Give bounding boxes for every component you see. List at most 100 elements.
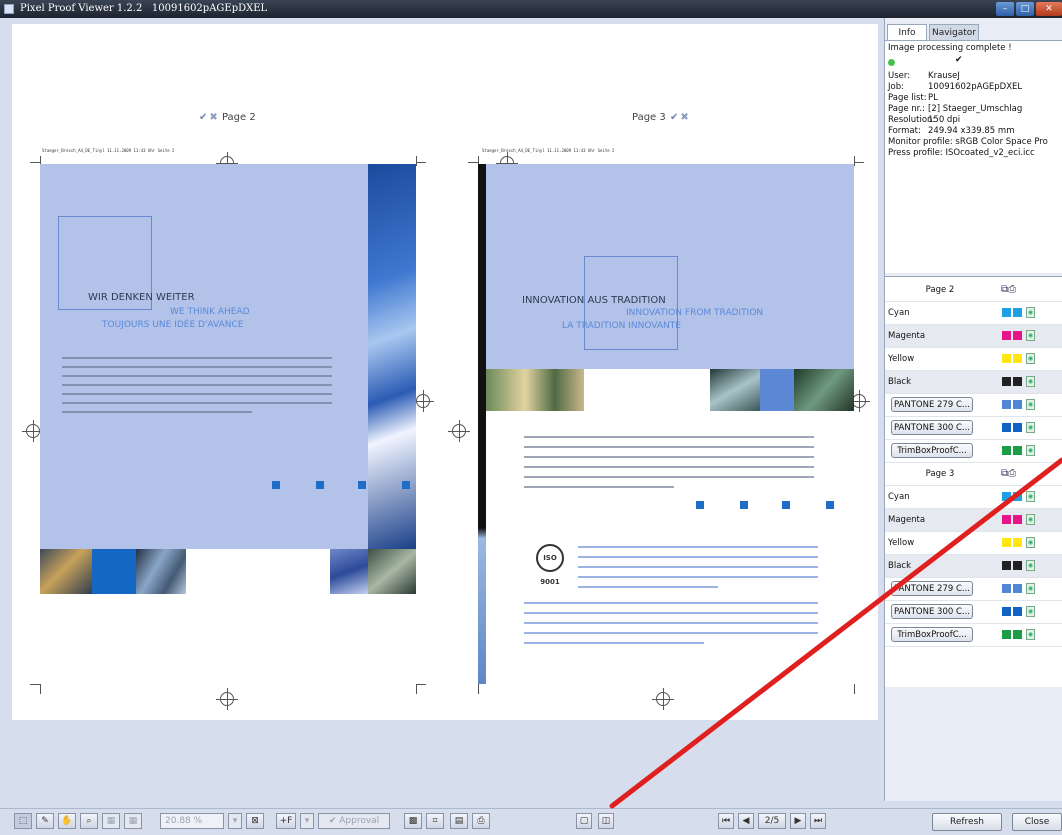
separation-view-icon[interactable]: ▩ bbox=[404, 813, 422, 829]
blue-square bbox=[402, 481, 410, 489]
spot-color-button[interactable]: TrimBoxProofC... bbox=[891, 443, 973, 458]
crop-view-icon[interactable]: ⌗ bbox=[426, 813, 444, 829]
pencil-tool-icon[interactable]: ✎ bbox=[36, 813, 54, 829]
blue-text-line bbox=[578, 576, 818, 578]
single-page-view-icon[interactable]: ▢ bbox=[576, 813, 592, 829]
refresh-button[interactable]: Refresh bbox=[932, 813, 1002, 831]
nav-dropdown-icon[interactable]: ▾ bbox=[300, 813, 314, 829]
page-2-label: ✔ ✖ Page 2 bbox=[199, 112, 256, 123]
color-swatch bbox=[1013, 354, 1022, 363]
separations-list: Page 2 ⧉⎙ Cyan ◉ Magenta ◉ Yellow ◉ Black ◉ PANTON… bbox=[885, 276, 1062, 687]
approval-button[interactable]: ✔ Approval bbox=[318, 813, 390, 829]
fit-page-icon[interactable]: ⊠ bbox=[246, 813, 264, 829]
visibility-toggle-icon[interactable]: ◉ bbox=[1026, 606, 1035, 617]
visibility-toggle-icon[interactable]: ◉ bbox=[1026, 307, 1035, 318]
crop-mark bbox=[478, 684, 479, 694]
visibility-toggle-icon[interactable]: ◉ bbox=[1026, 583, 1035, 594]
color-swatch bbox=[1013, 446, 1022, 455]
color-swatch bbox=[1013, 400, 1022, 409]
approve-check-icon[interactable]: ✔ bbox=[670, 112, 678, 123]
reject-x-icon[interactable]: ✖ bbox=[209, 112, 217, 123]
body-text-line bbox=[62, 402, 332, 404]
copy-print-icons[interactable]: ⧉⎙ bbox=[1001, 468, 1016, 479]
separation-row: Cyan ◉ bbox=[885, 486, 1062, 509]
copy-print-icons[interactable]: ⧉⎙ bbox=[1001, 284, 1016, 295]
color-swatch bbox=[1013, 561, 1022, 570]
separation-page-header: Page 2 bbox=[925, 285, 955, 295]
close-button[interactable]: Close bbox=[1012, 813, 1062, 831]
zoom-out-icon[interactable]: ▦ bbox=[124, 813, 142, 829]
color-swatch bbox=[1002, 538, 1011, 547]
color-swatch bbox=[1002, 308, 1011, 317]
page-2-subheading-fr: TOUJOURS UNE IDÉE D'AVANCE bbox=[102, 320, 244, 330]
zoom-in-icon[interactable]: ▦ bbox=[102, 813, 120, 829]
print-icon[interactable]: ⎙ bbox=[472, 813, 490, 829]
zoom-level-field[interactable]: 20.88 % bbox=[160, 813, 224, 829]
visibility-toggle-icon[interactable]: ◉ bbox=[1026, 445, 1035, 456]
visibility-toggle-icon[interactable]: ◉ bbox=[1026, 399, 1035, 410]
minimize-button[interactable]: – bbox=[996, 2, 1014, 16]
last-page-icon[interactable]: ⏭ bbox=[810, 813, 826, 829]
blue-square bbox=[316, 481, 324, 489]
color-swatch bbox=[1013, 584, 1022, 593]
page-2-slug: Staeger_Brosch_A4_DE_Tinyl 11.11.2009 11… bbox=[42, 148, 175, 153]
approve-check-icon[interactable]: ✔ bbox=[199, 112, 207, 123]
blue-square bbox=[358, 481, 366, 489]
color-swatch bbox=[1002, 354, 1011, 363]
page-3-heading: INNOVATION AUS TRADITION bbox=[522, 295, 666, 306]
spot-color-button[interactable]: PANTONE 300 C... bbox=[891, 604, 973, 619]
side-panel: Info Navigator Image processing complete… bbox=[884, 18, 1062, 801]
visibility-toggle-icon[interactable]: ◉ bbox=[1026, 560, 1035, 571]
visibility-toggle-icon[interactable]: ◉ bbox=[1026, 629, 1035, 640]
spot-color-button[interactable]: PANTONE 279 C... bbox=[891, 581, 973, 596]
body-text-line bbox=[62, 384, 332, 386]
first-page-icon[interactable]: ⏮ bbox=[718, 813, 734, 829]
separation-row: PANTONE 300 C... ◉ bbox=[885, 601, 1062, 624]
color-swatch bbox=[1013, 538, 1022, 547]
page-2-photo-2 bbox=[92, 549, 136, 594]
spot-color-button[interactable]: PANTONE 279 C... bbox=[891, 397, 973, 412]
hand-tool-icon[interactable]: ✋ bbox=[58, 813, 76, 829]
separation-row: Magenta ◉ bbox=[885, 509, 1062, 532]
spot-color-button[interactable]: PANTONE 300 C... bbox=[891, 420, 973, 435]
zoom-dropdown-icon[interactable]: ▾ bbox=[228, 813, 242, 829]
page-3-photo-2 bbox=[710, 369, 760, 411]
separation-label: Yellow bbox=[888, 538, 915, 548]
color-swatch bbox=[1002, 377, 1011, 386]
visibility-toggle-icon[interactable]: ◉ bbox=[1026, 514, 1035, 525]
visibility-toggle-icon[interactable]: ◉ bbox=[1026, 330, 1035, 341]
color-swatch bbox=[1013, 377, 1022, 386]
separation-row: Black ◉ bbox=[885, 371, 1062, 394]
grid-view-icon[interactable]: ▤ bbox=[450, 813, 468, 829]
title-bar: Pixel Proof Viewer 1.2.2 10091602pAGEpDX… bbox=[0, 0, 1062, 18]
two-page-view-icon[interactable]: ◫ bbox=[598, 813, 614, 829]
previous-page-icon[interactable]: ◀ bbox=[738, 813, 754, 829]
separation-row: Black ◉ bbox=[885, 555, 1062, 578]
visibility-toggle-icon[interactable]: ◉ bbox=[1026, 376, 1035, 387]
visibility-toggle-icon[interactable]: ◉ bbox=[1026, 491, 1035, 502]
next-page-icon[interactable]: ▶ bbox=[790, 813, 806, 829]
color-swatch bbox=[1002, 515, 1011, 524]
page-nav-icon[interactable]: +F bbox=[276, 813, 296, 829]
crop-mark bbox=[40, 684, 41, 694]
separation-row: TrimBoxProofC... ◉ bbox=[885, 624, 1062, 647]
maximize-button[interactable]: □ bbox=[1016, 2, 1034, 16]
color-swatch bbox=[1013, 423, 1022, 432]
visibility-toggle-icon[interactable]: ◉ bbox=[1026, 422, 1035, 433]
body-text-line bbox=[524, 446, 814, 448]
tab-navigator[interactable]: Navigator bbox=[929, 24, 979, 40]
registration-mark bbox=[412, 390, 434, 412]
pointer-tool-icon[interactable]: ⬚ bbox=[14, 813, 32, 829]
tab-info[interactable]: Info bbox=[887, 24, 927, 40]
close-window-button[interactable]: ✕ bbox=[1036, 2, 1062, 16]
blue-text-line bbox=[578, 566, 818, 568]
proof-viewer-canvas[interactable]: ✔ ✖ Page 2 Page 3 ✔ ✖ Staeger_Brosch_A4_DE… bbox=[12, 24, 878, 720]
page-3-label: Page 3 ✔ ✖ bbox=[632, 112, 689, 123]
reject-x-icon[interactable]: ✖ bbox=[680, 112, 688, 123]
blue-text-line bbox=[524, 622, 818, 624]
visibility-toggle-icon[interactable]: ◉ bbox=[1026, 537, 1035, 548]
spot-color-button[interactable]: TrimBoxProofC... bbox=[891, 627, 973, 642]
visibility-toggle-icon[interactable]: ◉ bbox=[1026, 353, 1035, 364]
zoom-tool-icon[interactable]: ⌕ bbox=[80, 813, 98, 829]
separation-page-header: Page 3 bbox=[925, 469, 955, 479]
